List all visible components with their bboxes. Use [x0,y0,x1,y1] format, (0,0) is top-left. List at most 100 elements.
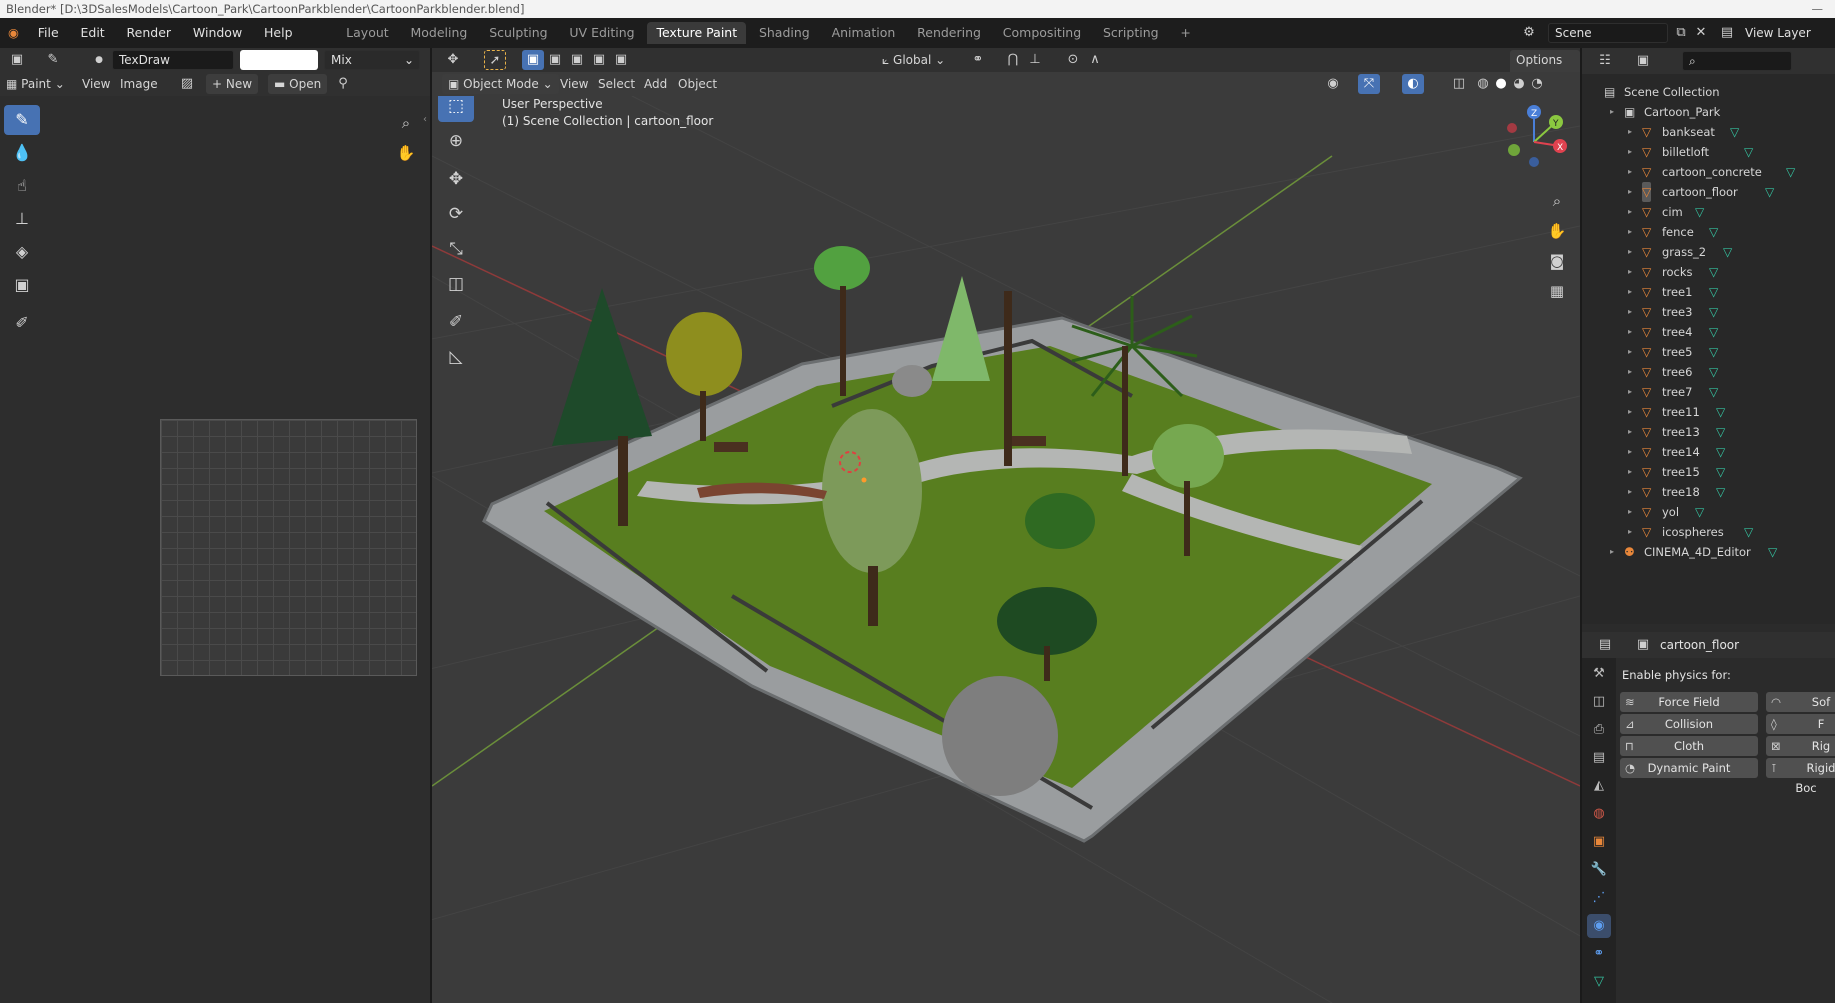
display-mode-icon[interactable]: ☷ [1594,51,1616,71]
mesh-data-icon[interactable]: ▽ [1723,242,1732,262]
select-subtract-icon[interactable]: ▣ [566,50,588,70]
camera-icon[interactable]: ◙ [1544,248,1570,274]
select-tool-icon[interactable]: ➚ [484,50,506,70]
expand-arrow-icon[interactable]: ▸ [1628,482,1632,502]
view-layer-tab-icon[interactable]: ▤ [1587,746,1611,770]
soft-body-button[interactable]: ◠ Sof [1766,692,1835,712]
annotate-tool-icon[interactable]: ✐ [438,306,474,338]
tab-texture-paint[interactable]: Texture Paint [647,22,747,44]
scene-selector[interactable]: ⚙ Scene [1518,22,1678,44]
outliner[interactable]: ▤ Scene Collection ▸ ▣ Cartoon_Park ▸ ▽ banksea… [1582,74,1835,624]
outliner-search-input[interactable]: ⌕ [1682,51,1792,71]
outliner-item-fence[interactable]: ▸ ▽ fence ▽ [1582,222,1835,242]
3d-viewport[interactable]: User Perspective (1) Scene Collection | … [432,96,1580,1003]
outliner-item-grass-2[interactable]: ▸ ▽ grass_2 ▽ [1582,242,1835,262]
rigid-body-constraint-button[interactable]: ⊺ Rigid Boc [1766,758,1835,795]
mesh-data-icon[interactable]: ▽ [1744,522,1753,542]
mesh-data-icon[interactable]: ▽ [1716,402,1725,422]
gizmo-neg-x[interactable] [1507,123,1517,133]
mesh-data-icon[interactable]: ▽ [1695,202,1704,222]
outliner-item-bankseat[interactable]: ▸ ▽ bankseat ▽ [1582,122,1835,142]
mesh-data-icon[interactable]: ▽ [1709,302,1718,322]
physics-tab-icon[interactable]: ◉ [1587,914,1611,938]
xray-toggle-icon[interactable]: ◫ [1448,74,1470,94]
expand-arrow-icon[interactable]: ▸ [1628,242,1632,262]
viewport-view-menu[interactable]: View [554,74,594,94]
expand-arrow-icon[interactable]: ▸ [1628,462,1632,482]
scene-tab-icon[interactable]: ◭ [1587,774,1611,798]
brush-name-field[interactable]: TexDraw [112,50,234,70]
outliner-item-tree6[interactable]: ▸ ▽ tree6 ▽ [1582,362,1835,382]
editor-type-icon[interactable]: ▣ [6,50,28,70]
cloth-button[interactable]: ⊓ Cloth [1620,736,1758,756]
paint-mode-select[interactable]: ▦ Paint ⌄ [6,74,65,94]
outliner-item-tree15[interactable]: ▸ ▽ tree15 ▽ [1582,462,1835,482]
expand-arrow-icon[interactable]: ▸ [1628,382,1632,402]
outliner-item-tree18[interactable]: ▸ ▽ tree18 ▽ [1582,482,1835,502]
mesh-data-icon[interactable]: ▽ [1709,222,1718,242]
sidebar-toggle-icon[interactable]: ‹ [423,114,427,125]
expand-arrow-icon[interactable]: ▸ [1628,122,1632,142]
gizmo-neg-y[interactable] [1508,144,1520,156]
menu-window[interactable]: Window [184,18,251,48]
falloff-icon[interactable]: ∧ [1084,50,1106,70]
outliner-item-tree4[interactable]: ▸ ▽ tree4 ▽ [1582,322,1835,342]
outliner-collection-cartoon-park[interactable]: ▸ ▣ Cartoon_Park [1582,102,1835,122]
outliner-item-tree11[interactable]: ▸ ▽ tree11 ▽ [1582,402,1835,422]
expand-arrow-icon[interactable]: ▸ [1628,222,1632,242]
viewport-add-menu[interactable]: Add [638,74,673,94]
mesh-data-icon[interactable]: ▽ [1786,162,1795,182]
expand-arrow-icon[interactable]: ▸ [1628,342,1632,362]
render-tab-icon[interactable]: ◫ [1587,690,1611,714]
zoom-icon[interactable]: ⌕ [393,110,419,136]
select-new-icon[interactable]: ▣ [522,50,544,70]
outliner-item-cinema-4d-editor[interactable]: ▸ ⚉ CINEMA_4D_Editor ▽ [1582,542,1835,562]
outliner-item-billetloft[interactable]: ▸ ▽ billetloft ▽ [1582,142,1835,162]
pin-icon[interactable]: ⚲ [332,74,354,94]
outliner-item-tree13[interactable]: ▸ ▽ tree13 ▽ [1582,422,1835,442]
tab-compositing[interactable]: Compositing [994,22,1090,44]
tab-layout[interactable]: Layout [337,22,398,44]
tab-uv-editing[interactable]: UV Editing [560,22,643,44]
expand-arrow-icon[interactable]: ▸ [1628,442,1632,462]
select-intersect-icon[interactable]: ▣ [610,50,632,70]
mesh-data-icon[interactable]: ▽ [1709,362,1718,382]
expand-arrow-icon[interactable]: ▸ [1610,542,1614,562]
image-menu[interactable]: Image [114,74,164,94]
dynamic-paint-button[interactable]: ◔ Dynamic Paint [1620,758,1758,778]
rendered-shading-icon[interactable]: ◔ [1526,74,1548,94]
mesh-data-icon[interactable]: ▽ [1716,482,1725,502]
mesh-data-icon[interactable]: ▽ [1709,382,1718,402]
clone-tool-icon[interactable]: ⊥ [4,204,40,234]
mesh-data-icon[interactable]: ▽ [1765,182,1774,202]
modifier-tab-icon[interactable]: 🔧 [1587,858,1611,882]
viewport-select-menu[interactable]: Select [592,74,641,94]
blend-mode-select[interactable]: Mix ⌄ [324,50,420,70]
outliner-item-cartoon-floor[interactable]: ▸ ▽ cartoon_floor ▽ [1582,182,1835,202]
uv-grid[interactable] [160,419,417,676]
expand-arrow-icon[interactable]: ▸ [1628,502,1632,522]
navigation-gizmo[interactable]: Z Y X [1492,100,1576,184]
mesh-data-icon[interactable]: ▽ [1730,122,1739,142]
properties-editor-icon[interactable]: ▤ [1594,635,1616,655]
constraints-tab-icon[interactable]: ⚭ [1587,942,1611,966]
tab-scripting[interactable]: Scripting [1094,22,1168,44]
expand-arrow-icon[interactable]: ▸ [1628,142,1632,162]
move-tool-icon[interactable]: ✥ [438,163,474,195]
output-tab-icon[interactable]: ⎙ [1587,718,1611,742]
outliner-item-tree1[interactable]: ▸ ▽ tree1 ▽ [1582,282,1835,302]
new-image-button[interactable]: + New [206,74,259,94]
expand-arrow-icon[interactable]: ▸ [1628,302,1632,322]
filter-icon[interactable]: ▣ [1632,51,1654,71]
mesh-data-icon[interactable]: ▽ [1695,502,1704,522]
image-browse-icon[interactable]: ▨ [176,74,198,94]
menu-help[interactable]: Help [255,18,302,48]
expand-arrow-icon[interactable]: ▸ [1628,282,1632,302]
rigid-body-button[interactable]: ⊠ Rig [1766,736,1835,756]
particles-tab-icon[interactable]: ⋰ [1587,886,1611,910]
blender-logo-icon[interactable]: ◉ [0,18,25,48]
scale-tool-icon[interactable]: ⤡ [438,233,474,265]
mask-tool-icon[interactable]: ▣ [4,270,40,300]
minimize-icon[interactable]: — [1812,0,1824,18]
new-scene-icon[interactable]: ⧉ [1670,23,1692,43]
